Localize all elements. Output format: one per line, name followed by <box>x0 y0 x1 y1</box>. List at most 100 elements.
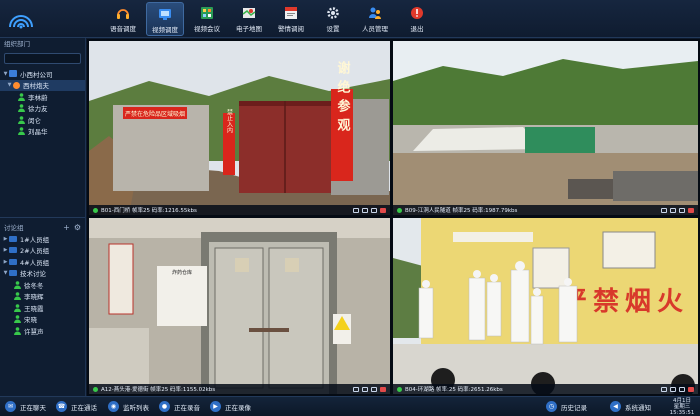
chevron-down-icon: ▼ <box>3 70 8 77</box>
close-icon[interactable] <box>380 207 386 213</box>
person-icon <box>18 104 25 113</box>
video-info: A12-燕头港·爱德街 帧率25 码率:1155.02kbs <box>101 387 216 393</box>
group-icon <box>9 247 17 254</box>
group-header: 讨论组 + ⚙ <box>0 221 85 233</box>
nav-personnel[interactable]: 人员管理 <box>356 2 394 36</box>
group-icon <box>9 270 17 277</box>
calling-button[interactable]: ☎ 正在通话 <box>56 401 97 412</box>
tree-label: 李林蔚 <box>28 93 48 102</box>
group-item[interactable]: ▶ 1#人员组 <box>0 233 85 245</box>
add-icon[interactable]: + <box>63 223 70 232</box>
member-item[interactable]: 许慧声 <box>0 325 85 337</box>
nav-video-dispatch[interactable]: 视频调度 <box>146 2 184 36</box>
person-icon <box>18 115 25 124</box>
org-title: 组织部门 <box>4 40 30 48</box>
clock: 4月1日 星期三 15:35:51 <box>667 398 697 416</box>
nav-voice-dispatch[interactable]: 语音调度 <box>104 2 142 36</box>
tree-item-person[interactable]: 李林蔚 <box>0 91 85 103</box>
record-icon[interactable] <box>670 207 676 213</box>
org-tree: ▼ 小西村公司 ▼ 西村炮夫 李林蔚 徐力友 闵仑 刘晶华 <box>0 68 85 137</box>
member-label: 王晓霞 <box>24 304 44 313</box>
snapshot-icon[interactable] <box>661 386 667 392</box>
banner-left-text: 严禁在危险品区域吸烟 <box>125 110 185 118</box>
warehouse-sign-text: 炸药仓库 <box>172 269 192 276</box>
person-icon <box>14 303 21 312</box>
video-panel[interactable]: 严禁在危险品区域吸烟 禁止入内 谢绝参观 B01-西门桥 帧率25 码率:121… <box>89 41 390 215</box>
member-item[interactable]: 李晓辉 <box>0 291 85 303</box>
nav-exit[interactable]: 退出 <box>398 2 436 36</box>
nav-label: 视频会议 <box>194 25 220 33</box>
close-icon[interactable] <box>688 207 694 213</box>
snapshot-icon[interactable] <box>353 207 359 213</box>
top-toolbar: 语音调度 视频调度 视频会议 电子地图 警情调阅 设置 人员管理 退出 <box>0 0 700 38</box>
tree-item-company[interactable]: ▼ 小西村公司 <box>0 68 85 80</box>
nav-label: 视频调度 <box>152 26 178 34</box>
audio-icon[interactable] <box>679 386 685 392</box>
recording-video-button[interactable]: ▶ 正在录像 <box>210 401 251 412</box>
chevron-down-icon: ▼ <box>7 82 12 89</box>
video-grid: 严禁在危险品区域吸烟 禁止入内 谢绝参观 B01-西门桥 帧率25 码率:121… <box>87 39 700 396</box>
chatting-button[interactable]: ✉ 正在聊天 <box>5 401 46 412</box>
video-panel[interactable]: 炸药仓库 A12-燕头港·爱德街 帧率25 码率:1155.02kbs <box>89 218 390 394</box>
record-icon[interactable] <box>362 207 368 213</box>
tree-item-person[interactable]: 徐力友 <box>0 103 85 115</box>
gear-icon[interactable]: ⚙ <box>74 223 81 232</box>
power-icon <box>410 6 424 20</box>
member-item[interactable]: 王晓霞 <box>0 302 85 314</box>
history-button[interactable]: ◷ 历史记录 <box>546 401 587 412</box>
group-item[interactable]: ▶ 4#人员组 <box>0 256 85 268</box>
member-label: 许慧声 <box>24 327 44 336</box>
recording-audio-button[interactable]: ● 正在录音 <box>159 401 200 412</box>
notice-icon: ◀ <box>610 401 621 412</box>
record-icon: ● <box>159 401 170 412</box>
monitor-list-button[interactable]: ◉ 监听列表 <box>108 401 149 412</box>
group-item[interactable]: ▼ 技术讨论 <box>0 268 85 280</box>
chevron-right-icon: ▶ <box>3 235 8 242</box>
nav-label: 电子地图 <box>236 25 262 33</box>
nav-settings[interactable]: 设置 <box>314 2 352 36</box>
group-icon <box>9 235 17 242</box>
notice-button[interactable]: ◀ 系统通知 <box>610 401 651 412</box>
status-label: 正在通话 <box>71 403 97 412</box>
person-icon <box>18 127 25 136</box>
video-panel[interactable]: B09-江洞人民隧道 帧率25 码率:1987.79kbs <box>393 41 698 215</box>
group-label: 技术讨论 <box>20 270 46 279</box>
audio-icon[interactable] <box>679 207 685 213</box>
camera-icon: ▶ <box>210 401 221 412</box>
record-icon[interactable] <box>670 386 676 392</box>
tree-item-person[interactable]: 刘晶华 <box>0 126 85 138</box>
alarm-icon <box>284 6 298 20</box>
audio-icon[interactable] <box>371 207 377 213</box>
member-item[interactable]: 宋晓 <box>0 314 85 326</box>
close-icon[interactable] <box>688 386 694 392</box>
video-tools <box>353 207 386 213</box>
tree-item-department[interactable]: ▼ 西村炮夫 <box>0 79 85 91</box>
group-icon <box>9 258 17 265</box>
video-panel[interactable]: 严禁烟火 B04-环湖路 帧率:25 码率:2651.26kbs <box>393 218 698 394</box>
record-icon[interactable] <box>362 386 368 392</box>
nav-video-conference[interactable]: 视频会议 <box>188 2 226 36</box>
snapshot-icon[interactable] <box>661 207 667 213</box>
online-status-icon <box>397 207 402 213</box>
member-item[interactable]: 徐冬冬 <box>0 279 85 291</box>
group-item[interactable]: ▶ 2#人员组 <box>0 245 85 257</box>
nav-label: 语音调度 <box>110 25 136 33</box>
close-icon[interactable] <box>380 386 386 392</box>
chevron-right-icon: ▶ <box>3 258 8 265</box>
group-label: 2#人员组 <box>20 247 50 256</box>
search-input[interactable] <box>4 53 81 64</box>
audio-icon[interactable] <box>371 386 377 392</box>
nav-e-map[interactable]: 电子地图 <box>230 2 268 36</box>
group-tree: ▶ 1#人员组 ▶ 2#人员组 ▶ 4#人员组 ▼ 技术讨论 徐冬冬 李晓辉 王… <box>0 233 85 337</box>
history-icon: ◷ <box>546 401 557 412</box>
video-info: B04-环湖路 帧率:25 码率:2651.26kbs <box>405 387 503 393</box>
snapshot-icon[interactable] <box>353 386 359 392</box>
banner-vertical-text: 谢绝参观 <box>335 60 351 137</box>
video-conference-icon <box>200 6 214 20</box>
org-icon <box>9 70 17 78</box>
nav-alarm-review[interactable]: 警情调阅 <box>272 2 310 36</box>
video-tools <box>353 386 386 392</box>
tree-item-person[interactable]: 闵仑 <box>0 114 85 126</box>
tree-label: 西村炮夫 <box>23 82 49 91</box>
map-icon <box>242 6 256 20</box>
